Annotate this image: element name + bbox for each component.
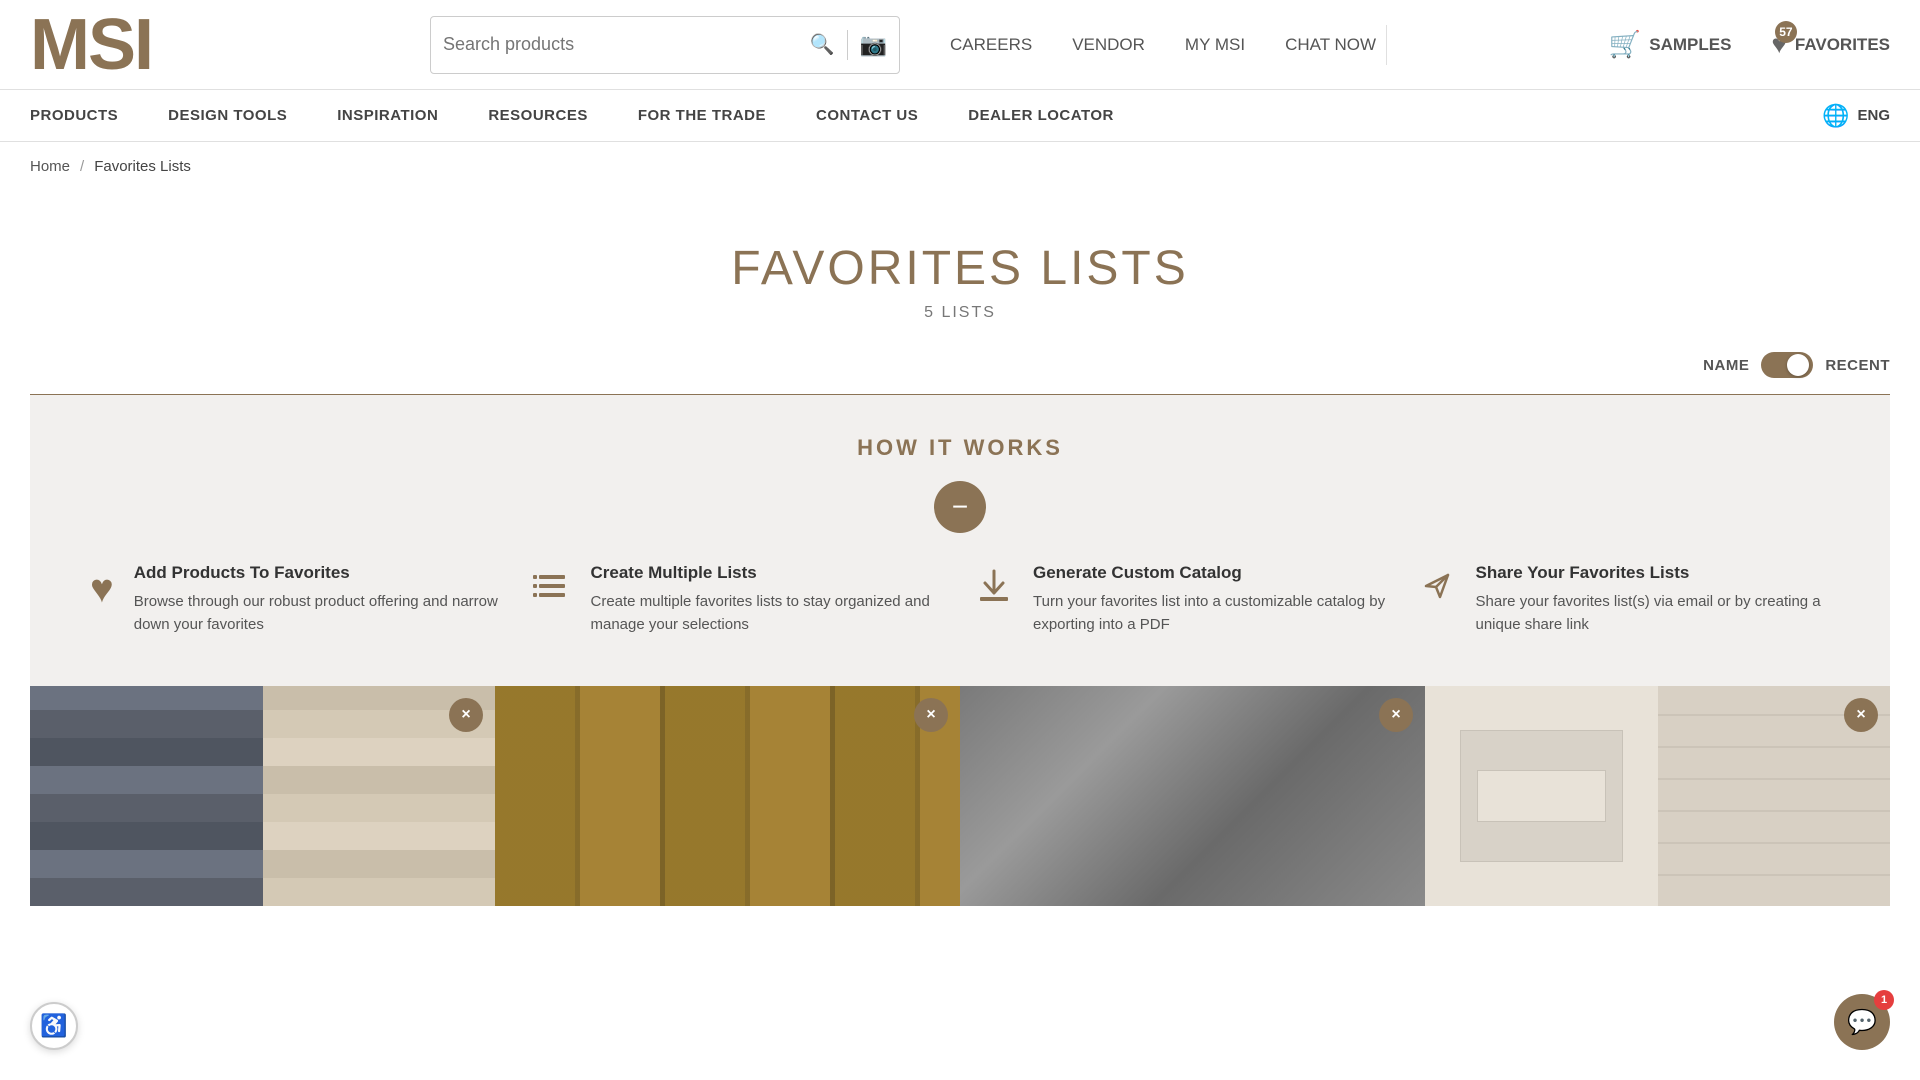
toggle-knob [1787,354,1809,376]
share-step-icon [1418,567,1456,615]
nav-vendor[interactable]: VENDOR [1072,35,1145,55]
chat-badge: 1 [1874,990,1894,1010]
favorite-card-4[interactable]: × [1425,686,1890,906]
nav-my-msi[interactable]: MY MSI [1185,35,1245,55]
accessibility-button[interactable]: ♿ [30,1002,78,1050]
step-custom-catalog: Generate Custom Catalog Turn your favori… [975,563,1388,636]
step-create-lists: Create Multiple Lists Create multiple fa… [533,563,946,636]
how-it-works-steps: ♥ Add Products To Favorites Browse throu… [90,563,1830,636]
nav-design-tools[interactable]: DESIGN TOOLS [168,107,287,124]
favorites-label: FAVORITES [1795,35,1890,55]
nav-contact-us[interactable]: CONTACT US [816,107,918,124]
search-bar: 🔍 📷 [430,16,900,74]
step-2-title: Create Multiple Lists [591,563,946,583]
favorite-card-1[interactable]: × [30,686,495,906]
search-input[interactable] [443,34,810,55]
card-1-close-button[interactable]: × [449,698,483,732]
breadcrumb: Home / Favorites Lists [0,142,1920,191]
page-title-section: FAVORITES LISTS 5 LISTS [30,221,1890,342]
heart-icon: ♥ 57 [1771,29,1786,60]
page-content: FAVORITES LISTS 5 LISTS NAME RECENT HOW … [0,191,1920,906]
logo-text: MSI [30,5,152,85]
step-3-desc: Turn your favorites list into a customiz… [1033,591,1388,636]
site-header: MSI 🔍 📷 CAREERS VENDOR MY MSI CHAT NOW 🛒… [0,0,1920,90]
favorites-button[interactable]: ♥ 57 FAVORITES [1771,29,1890,60]
header-nav: CAREERS VENDOR MY MSI CHAT NOW [950,35,1376,55]
collapse-button[interactable]: − [934,481,986,533]
search-divider [847,30,848,60]
step-4-title: Share Your Favorites Lists [1476,563,1831,583]
search-icon[interactable]: 🔍 [810,32,835,57]
download-step-icon [975,567,1013,615]
favorite-card-3[interactable]: × [960,686,1425,906]
step-3-title: Generate Custom Catalog [1033,563,1388,583]
accessibility-icon: ♿ [40,1013,67,1039]
samples-button[interactable]: 🛒 SAMPLES [1609,29,1732,60]
how-it-works-title: HOW IT WORKS [90,435,1830,461]
sort-recent-label: RECENT [1825,357,1890,374]
card-3-close-button[interactable]: × [1379,698,1413,732]
step-2-desc: Create multiple favorites lists to stay … [591,591,946,636]
sort-toggle-row: NAME RECENT [30,342,1890,394]
sort-name-label: NAME [1703,357,1749,374]
lists-count: 5 LISTS [30,304,1890,322]
site-logo[interactable]: MSI [30,9,190,81]
nav-resources[interactable]: RESOURCES [488,107,588,124]
step-share-lists: Share Your Favorites Lists Share your fa… [1418,563,1831,636]
nav-products[interactable]: PRODUCTS [30,107,118,124]
heart-step-icon: ♥ [90,567,114,612]
main-navigation: PRODUCTS DESIGN TOOLS INSPIRATION RESOUR… [0,90,1920,142]
nav-for-the-trade[interactable]: FOR THE TRADE [638,107,766,124]
card-4-left-image [1425,686,1658,906]
nav-dealer-locator[interactable]: DEALER LOCATOR [968,107,1114,124]
list-step-icon [533,567,571,615]
breadcrumb-current: Favorites Lists [94,158,191,175]
language-selector[interactable]: 🌐 ENG [1822,103,1890,129]
nav-careers[interactable]: CAREERS [950,35,1032,55]
camera-icon[interactable]: 📷 [860,32,887,58]
card-1-left-image [30,686,263,906]
how-it-works-section: HOW IT WORKS − ♥ Add Products To Favorit… [30,395,1890,686]
sort-toggle[interactable] [1761,352,1813,378]
step-4-desc: Share your favorites list(s) via email o… [1476,591,1831,636]
header-divider [1386,25,1387,65]
page-title: FAVORITES LISTS [30,241,1890,296]
favorite-card-2[interactable]: × [495,686,960,906]
card-4-close-button[interactable]: × [1844,698,1878,732]
chat-icon: 💬 [1847,1008,1877,1037]
language-label: ENG [1857,107,1890,124]
card-2-close-button[interactable]: × [914,698,948,732]
favorite-cards-row: × × × × [30,686,1890,906]
samples-label: SAMPLES [1649,35,1731,55]
step-1-title: Add Products To Favorites [134,563,503,583]
step-add-products: ♥ Add Products To Favorites Browse throu… [90,563,503,636]
breadcrumb-separator: / [80,158,84,175]
breadcrumb-home[interactable]: Home [30,158,70,175]
chat-button[interactable]: 💬 1 [1834,994,1890,1050]
nav-chat-now[interactable]: CHAT NOW [1285,35,1376,55]
nav-inspiration[interactable]: INSPIRATION [337,107,438,124]
favorites-badge: 57 [1775,21,1797,43]
step-1-desc: Browse through our robust product offeri… [134,591,503,636]
cart-icon: 🛒 [1609,29,1641,60]
globe-icon: 🌐 [1822,103,1849,129]
header-actions: 🛒 SAMPLES ♥ 57 FAVORITES [1609,29,1890,60]
